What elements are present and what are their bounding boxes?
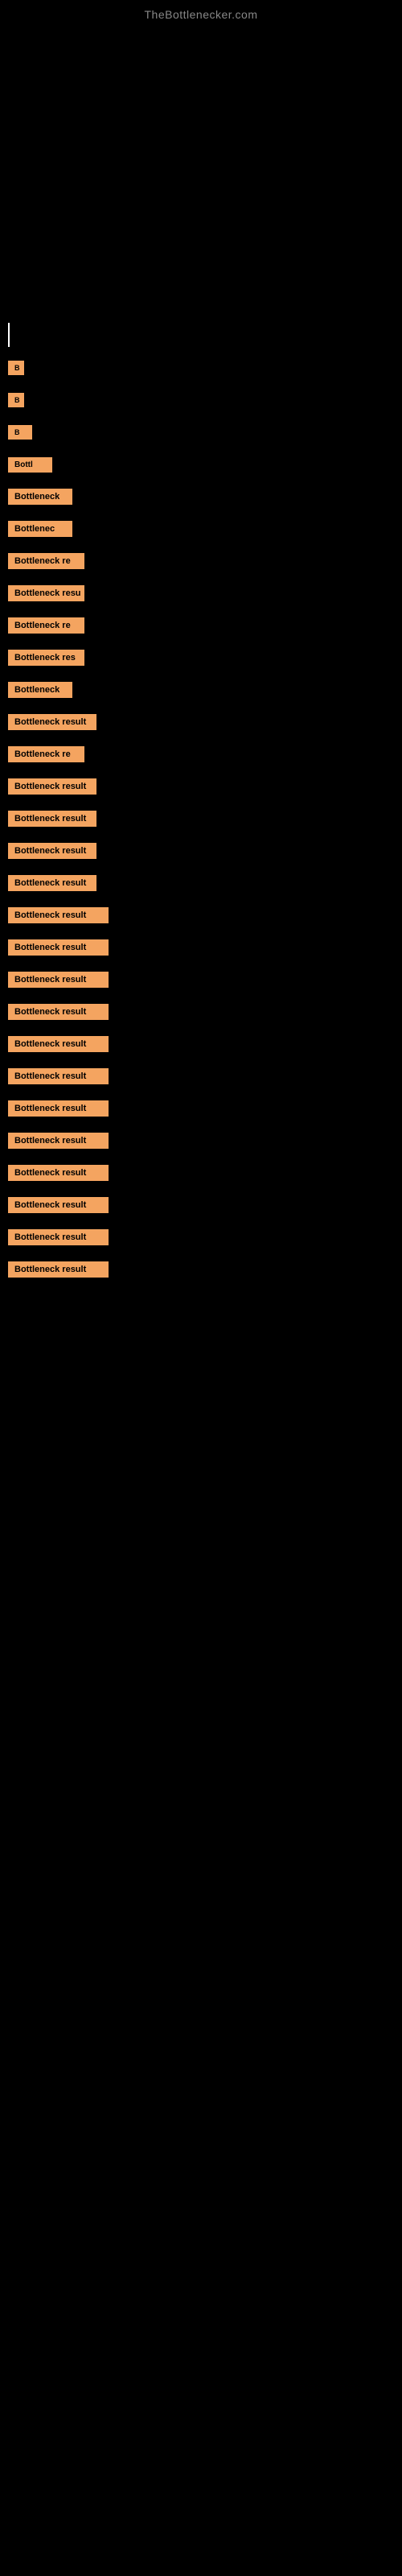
list-item: Bottleneck bbox=[8, 679, 394, 701]
site-title: TheBottlenecker.com bbox=[0, 0, 402, 25]
bottleneck-result-badge[interactable]: Bottleneck result bbox=[8, 778, 96, 795]
bottleneck-result-badge[interactable]: Bottleneck bbox=[8, 682, 72, 698]
bottleneck-result-badge[interactable]: Bottleneck result bbox=[8, 1133, 109, 1149]
bottleneck-result-badge[interactable]: Bottleneck result bbox=[8, 972, 109, 988]
bottleneck-result-badge[interactable]: Bottleneck result bbox=[8, 939, 109, 956]
list-item: Bottleneck result bbox=[8, 872, 394, 894]
list-item: Bottleneck result bbox=[8, 1258, 394, 1281]
list-item: Bottleneck result bbox=[8, 1194, 394, 1216]
list-item: Bottleneck resu bbox=[8, 582, 394, 605]
list-item: Bottleneck result bbox=[8, 840, 394, 862]
bottleneck-result-badge[interactable]: Bottleneck result bbox=[8, 1036, 109, 1052]
list-item: Bottleneck result bbox=[8, 1226, 394, 1249]
list-item: Bottleneck result bbox=[8, 711, 394, 733]
list-item: Bottleneck result bbox=[8, 1162, 394, 1184]
list-item: Bottlenec bbox=[8, 518, 394, 540]
list-item: Bottleneck re bbox=[8, 550, 394, 572]
list-item: Bottleneck result bbox=[8, 968, 394, 991]
bottleneck-result-badge[interactable]: B bbox=[8, 425, 32, 440]
list-item: Bottleneck result bbox=[8, 1129, 394, 1152]
bottleneck-result-badge[interactable]: Bottleneck resu bbox=[8, 585, 84, 601]
bottleneck-result-badge[interactable]: Bottleneck result bbox=[8, 1004, 109, 1020]
list-item: Bottleneck result bbox=[8, 1097, 394, 1120]
list-item: Bottleneck result bbox=[8, 904, 394, 927]
bottleneck-result-badge[interactable]: B bbox=[8, 361, 24, 375]
bottleneck-result-badge[interactable]: Bottl bbox=[8, 457, 52, 473]
bottleneck-result-badge[interactable]: Bottleneck result bbox=[8, 1100, 109, 1117]
list-item: Bottleneck res bbox=[8, 646, 394, 669]
bottleneck-result-badge[interactable]: Bottleneck result bbox=[8, 811, 96, 827]
bottleneck-result-badge[interactable]: B bbox=[8, 393, 24, 407]
bottleneck-result-badge[interactable]: Bottleneck result bbox=[8, 1261, 109, 1278]
bottleneck-result-badge[interactable]: Bottleneck re bbox=[8, 746, 84, 762]
list-item: B bbox=[8, 389, 394, 411]
list-item: Bottleneck result bbox=[8, 775, 394, 798]
bottleneck-result-badge[interactable]: Bottleneck result bbox=[8, 1165, 109, 1181]
list-item: Bottl bbox=[8, 453, 394, 476]
list-item: Bottleneck result bbox=[8, 936, 394, 959]
list-item: B bbox=[8, 421, 394, 444]
bottleneck-result-badge[interactable]: Bottleneck re bbox=[8, 617, 84, 634]
bottleneck-result-badge[interactable]: Bottleneck re bbox=[8, 553, 84, 569]
results-container: B B B Bottl Bottleneck Bottlenec Bottleneck re… bbox=[0, 307, 402, 1307]
bottleneck-result-badge[interactable]: Bottleneck result bbox=[8, 1068, 109, 1084]
list-item bbox=[8, 323, 394, 347]
list-item: Bottleneck result bbox=[8, 1001, 394, 1023]
bottleneck-result-badge[interactable]: Bottleneck result bbox=[8, 875, 96, 891]
cursor-indicator bbox=[8, 323, 10, 347]
list-item: Bottleneck bbox=[8, 485, 394, 508]
list-item: Bottleneck result bbox=[8, 1033, 394, 1055]
bottleneck-result-badge[interactable]: Bottleneck result bbox=[8, 1229, 109, 1245]
bottleneck-result-badge[interactable]: Bottleneck bbox=[8, 489, 72, 505]
list-item: Bottleneck result bbox=[8, 1065, 394, 1088]
bottleneck-result-badge[interactable]: Bottleneck res bbox=[8, 650, 84, 666]
bottleneck-result-badge[interactable]: Bottleneck result bbox=[8, 843, 96, 859]
list-item: Bottleneck result bbox=[8, 807, 394, 830]
list-item: Bottleneck re bbox=[8, 743, 394, 766]
bottleneck-result-badge[interactable]: Bottleneck result bbox=[8, 1197, 109, 1213]
list-item: Bottleneck re bbox=[8, 614, 394, 637]
bottleneck-result-badge[interactable]: Bottlenec bbox=[8, 521, 72, 537]
bottleneck-result-badge[interactable]: Bottleneck result bbox=[8, 714, 96, 730]
bottleneck-result-badge[interactable]: Bottleneck result bbox=[8, 907, 109, 923]
list-item: B bbox=[8, 357, 394, 379]
